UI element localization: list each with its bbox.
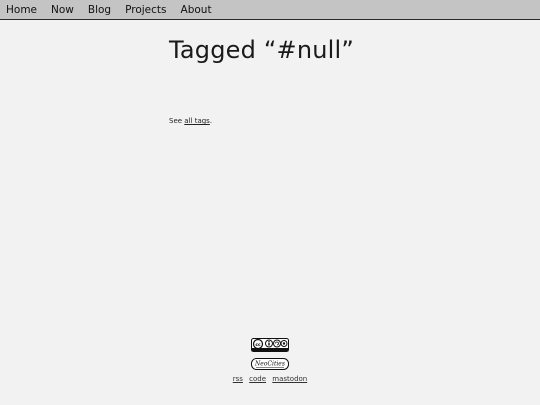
all-tags-link[interactable]: all tags (184, 117, 210, 125)
mastodon-link[interactable]: mastodon (272, 375, 307, 383)
nav-blog-link[interactable]: Blog (88, 0, 111, 20)
nav-home-link[interactable]: Home (6, 0, 37, 20)
footer-links: rss code mastodon (0, 375, 540, 383)
rss-link[interactable]: rss (233, 375, 243, 383)
nav-about-link[interactable]: About (181, 0, 212, 20)
svg-text:cc: cc (255, 343, 261, 348)
nav-now-link[interactable]: Now (51, 0, 74, 20)
page-title: Tagged “#null” (169, 36, 355, 64)
nav-projects-link[interactable]: Projects (125, 0, 166, 20)
footer: cc NeoCities rss code mastodon (0, 338, 540, 383)
svg-text:NeoCities: NeoCities (254, 361, 285, 368)
top-navigation: Home Now Blog Projects About (0, 0, 540, 20)
see-all-tags-text: See all tags. (169, 117, 212, 125)
see-suffix: . (209, 117, 213, 125)
see-prefix: See (169, 117, 185, 125)
code-link[interactable]: code (249, 375, 266, 383)
creative-commons-badge-icon[interactable]: cc (251, 338, 289, 352)
neocities-badge-icon[interactable]: NeoCities (251, 358, 289, 370)
